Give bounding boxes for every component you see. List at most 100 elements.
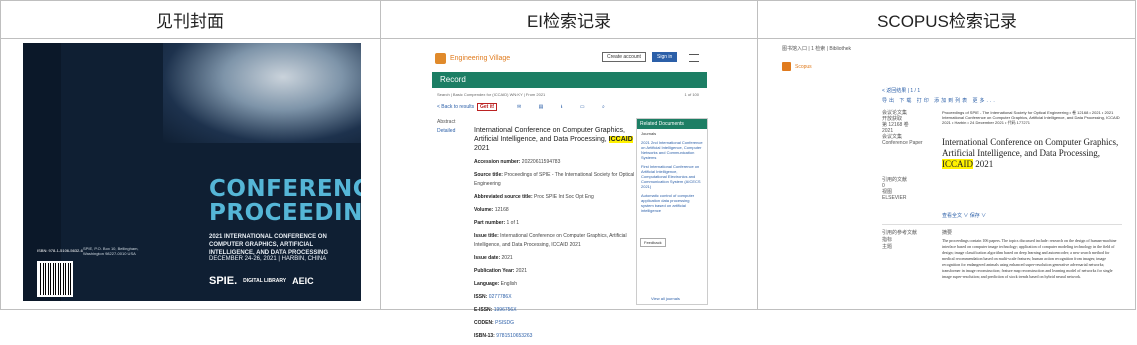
scopus-meta: 会议论文集 开放获取第 12168 卷 2021 会议文集 Conference Pap… xyxy=(882,110,932,146)
column-divider xyxy=(380,0,381,310)
abstract-side-item: 主题 xyxy=(882,244,893,250)
barcode-icon xyxy=(37,261,73,297)
field-key: Accession number: xyxy=(474,159,522,165)
scopus-toolbar[interactable]: 导出 下载 打印 添加到列表 更多... xyxy=(882,97,997,104)
field-value: 1 of 1 xyxy=(506,220,520,226)
get-it-button[interactable]: Get it! xyxy=(477,103,498,111)
scopus-top-bar: 图书馆入口 | 1 检索 | Bibliothek xyxy=(782,46,852,52)
field-row: Publication Year: 2021 xyxy=(474,267,639,276)
field-value: 0277786X xyxy=(488,294,512,300)
cover-dates: DECEMBER 24-26, 2021 | HARBIN, CHINA xyxy=(209,256,327,262)
related-header: Related Documents xyxy=(637,119,707,129)
field-value: 12168 xyxy=(494,207,509,213)
field-row: ISSN: 0277786X xyxy=(474,293,639,302)
ei-record-title: International Conference on Computer Gra… xyxy=(474,126,639,153)
field-key: Abbreviated source title: xyxy=(474,194,535,200)
scopus-full-text-controls[interactable]: 查看全文 ∨ 保存 ∨ xyxy=(942,212,986,219)
field-key: E-ISSN: xyxy=(474,307,494,313)
field-key: Part number: xyxy=(474,220,507,226)
cover-title-line1: CONFERENCE xyxy=(209,176,361,202)
field-row: CODEN: PSISDG xyxy=(474,319,639,328)
digital-library-logo: DIGITAL LIBRARY xyxy=(243,278,287,284)
field-key: Issue date: xyxy=(474,255,502,261)
cover-isbn: ISBN: 978-1-5106-5632-6 xyxy=(37,248,83,253)
field-value: 9781510653263 xyxy=(496,333,533,339)
breadcrumb: Search | Basic Compendex for (ICCAID) WN… xyxy=(437,92,546,97)
elsevier-tree-icon xyxy=(782,62,791,71)
scopus-logo-text: Scopus xyxy=(795,63,812,70)
field-row: Source title: Proceedings of SPIE - The … xyxy=(474,171,639,189)
back-to-results-link[interactable]: < Back to results xyxy=(437,104,474,110)
title-year: 2021 xyxy=(474,145,490,152)
elsevier-tree-icon xyxy=(435,53,446,64)
related-item[interactable]: 2021 2nd International Conference on Art… xyxy=(637,138,707,162)
spie-logo: SPIE. xyxy=(209,275,238,287)
header-scopus: SCOPUS检索记录 xyxy=(758,0,1136,39)
scopus-nav[interactable]: < 返回结果 | 1 / 1 xyxy=(882,87,920,94)
sign-in-button[interactable]: Sign in xyxy=(652,52,678,62)
field-row: ISBN-13: 9781510653263 xyxy=(474,332,639,341)
tab-abstract[interactable]: Abstract xyxy=(437,118,455,127)
robot-arm-illustration xyxy=(163,43,361,143)
field-value: 1996756X xyxy=(493,307,517,313)
divider xyxy=(882,224,1122,225)
page-count: 1 of 100 xyxy=(684,92,699,97)
title-year: 2021 xyxy=(975,159,994,169)
title-highlight: ICCAID xyxy=(942,159,973,169)
create-account-button[interactable]: Create account xyxy=(602,52,646,62)
meta-item: ELSEVIER xyxy=(882,195,907,201)
toolbar-icons[interactable]: ✉ ▤ ⭳ ▭ ⌕ xyxy=(517,104,613,112)
ei-logo-text: Engineering Village xyxy=(450,55,511,62)
cover-logos: SPIE. DIGITAL LIBRARY AEIC xyxy=(209,275,314,287)
field-row: Language: English xyxy=(474,280,639,289)
related-item[interactable]: Automatic control of computer applicatio… xyxy=(637,191,707,215)
field-value: 2021 xyxy=(515,268,527,274)
field-key: CODEN: xyxy=(474,320,496,326)
aeic-logo: AEIC xyxy=(292,276,314,286)
field-key: Publication Year: xyxy=(474,268,516,274)
tab-detailed[interactable]: Detailed xyxy=(437,128,455,134)
related-documents-panel: Related Documents Journals 2021 2nd Inte… xyxy=(636,118,708,305)
header-ei: EI检索记录 xyxy=(381,0,757,39)
abstract-text: The proceedings contain 106 papers. The … xyxy=(942,238,1117,279)
ei-screenshot: Engineering Village Create account Sign … xyxy=(432,48,708,339)
field-row: Issue title: International Conference on… xyxy=(474,232,639,250)
field-value: 2021 xyxy=(501,255,513,261)
scopus-document-page: < 返回结果 | 1 / 1 导出 下载 打印 添加到列表 更多... 会议论文… xyxy=(882,82,1122,307)
title-text: International Conference on Computer Gra… xyxy=(474,127,625,143)
scopus-screenshot: 图书馆入口 | 1 检索 | Bibliothek Scopus < 返回结果 … xyxy=(778,42,1128,307)
field-value: Proc SPIE Int Soc Opt Eng xyxy=(534,194,594,200)
field-row: Abbreviated source title: Proc SPIE Int … xyxy=(474,193,639,202)
field-value: English xyxy=(500,281,518,287)
abstract-side-item: 指标 xyxy=(882,237,893,243)
related-item[interactable]: First International Conference on Artifi… xyxy=(637,162,707,191)
ei-logo: Engineering Village xyxy=(435,53,510,64)
view-all-journals-link[interactable]: View all journals xyxy=(651,296,680,301)
field-row: E-ISSN: 1996756X xyxy=(474,306,639,315)
field-row: Issue date: 2021 xyxy=(474,254,639,263)
field-key: ISBN-13: xyxy=(474,333,497,339)
hamburger-menu-icon[interactable] xyxy=(689,54,699,62)
abstract-side-item: 引用的参考文献 xyxy=(882,230,918,236)
field-key: ISSN: xyxy=(474,294,489,300)
field-key: Volume: xyxy=(474,207,495,213)
scopus-abstract: 摘要 The proceedings contain 106 papers. T… xyxy=(942,230,1120,280)
scopus-source: Proceedings of SPIE - The International … xyxy=(942,110,1120,125)
field-row: Accession number: 20220611594783 xyxy=(474,158,639,167)
cover-title-line2: PROCEEDINGS xyxy=(209,200,361,226)
field-key: Language: xyxy=(474,281,501,287)
ei-field-list: Accession number: 20220611594783 Source t… xyxy=(474,158,639,345)
meta-item: Conference Paper xyxy=(882,140,923,146)
cover-image: CONFERENCE PROCEEDINGS 2021 INTERNATIONA… xyxy=(23,43,361,301)
column-divider xyxy=(757,0,758,310)
cover-back-text: SPIE, P.O. Box 10, Bellingham, Washingto… xyxy=(83,246,139,256)
field-row: Volume: 12168 xyxy=(474,206,639,215)
scopus-meta2: 引用的文献 0 视图 ELSEVIER xyxy=(882,177,932,201)
ei-side-tabs: Abstract Detailed xyxy=(437,118,455,136)
abstract-side: 引用的参考文献 指标 主题 xyxy=(882,230,917,251)
field-key: Source title: xyxy=(474,172,505,178)
title-text: International Conference on Computer Gra… xyxy=(942,137,1119,158)
header-cover: 见刊封面 xyxy=(0,0,380,39)
field-row: Part number: 1 of 1 xyxy=(474,219,639,228)
feedback-button[interactable]: Feedback xyxy=(640,238,666,247)
